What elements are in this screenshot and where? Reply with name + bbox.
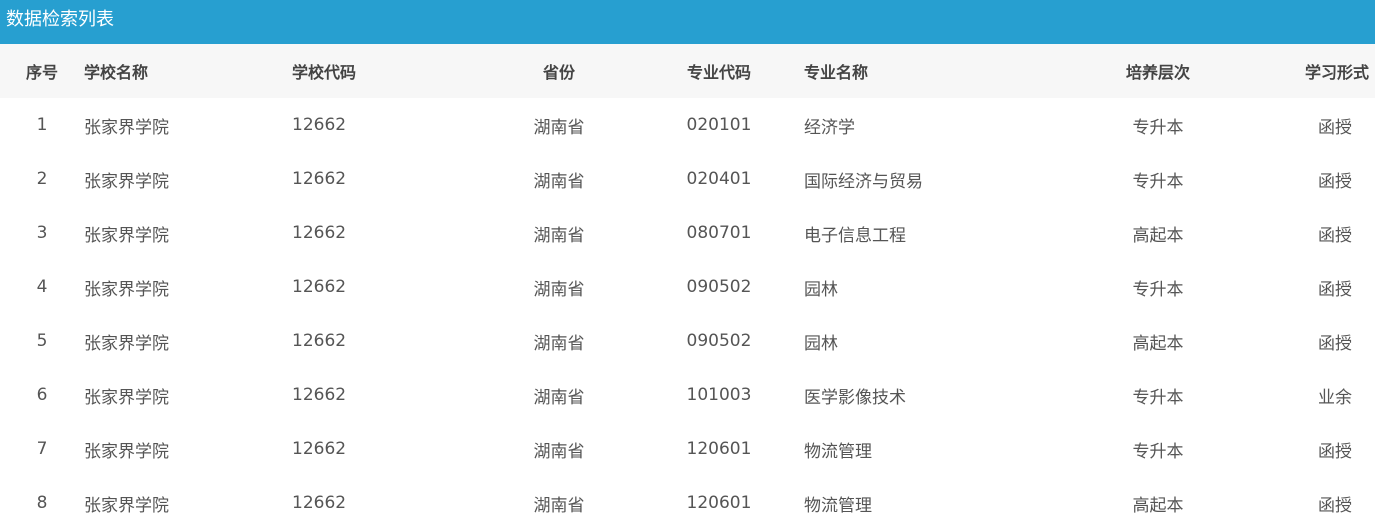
cell-study-form: 函授 <box>1318 171 1352 192</box>
cell-level: 专升本 <box>1132 171 1184 192</box>
table-row: 6 张家界学院 12662 湖南省 101003 医学影像技术 专升本 业余 <box>0 368 1375 422</box>
cell-province: 湖南省 <box>533 387 585 408</box>
header-row: 序号 学校名称 学校代码 省份 专业代码 专业名称 培养层次 学习形式 <box>0 44 1375 98</box>
header-index: 序号 <box>25 63 58 82</box>
table-row: 3 张家界学院 12662 湖南省 080701 电子信息工程 高起本 函授 <box>0 206 1375 260</box>
header-level: 培养层次 <box>1125 63 1190 82</box>
cell-province: 湖南省 <box>533 279 585 300</box>
cell-level: 专升本 <box>1132 387 1184 408</box>
cell-study-form: 函授 <box>1318 441 1352 462</box>
cell-school-code: 12662 <box>292 169 347 189</box>
cell-level: 高起本 <box>1132 333 1184 354</box>
cell-major-name: 园林 <box>804 333 838 354</box>
cell-school-name: 张家界学院 <box>84 495 169 516</box>
cell-province: 湖南省 <box>533 171 585 192</box>
cell-school-code: 12662 <box>292 115 347 135</box>
cell-school-name: 张家界学院 <box>84 333 169 354</box>
cell-school-name: 张家界学院 <box>84 387 169 408</box>
cell-major-name: 园林 <box>804 279 838 300</box>
cell-school-code: 12662 <box>292 439 347 459</box>
table-row: 7 张家界学院 12662 湖南省 120601 物流管理 专升本 函授 <box>0 422 1375 476</box>
table-body: 1 张家界学院 12662 湖南省 020101 经济学 专升本 函授 2 张家界学院 12662 湖… <box>0 98 1375 530</box>
cell-index: 7 <box>36 439 48 459</box>
cell-major-name: 物流管理 <box>804 441 872 462</box>
cell-study-form: 函授 <box>1318 225 1352 246</box>
cell-province: 湖南省 <box>533 441 585 462</box>
cell-school-name: 张家界学院 <box>84 117 169 138</box>
cell-index: 4 <box>36 277 48 297</box>
cell-school-code: 12662 <box>292 277 347 297</box>
cell-level: 高起本 <box>1132 495 1184 516</box>
cell-index: 3 <box>36 223 48 243</box>
cell-major-code: 080701 <box>686 223 752 243</box>
cell-major-code: 020401 <box>686 169 752 189</box>
results-table: 序号 学校名称 学校代码 省份 专业代码 专业名称 培养层次 学习形式 1 张家界… <box>0 44 1375 530</box>
cell-level: 专升本 <box>1132 279 1184 300</box>
cell-index: 1 <box>36 115 48 135</box>
cell-major-code: 120601 <box>686 439 752 459</box>
header-major-code: 专业代码 <box>686 63 751 82</box>
cell-major-name: 电子信息工程 <box>804 225 906 246</box>
cell-school-name: 张家界学院 <box>84 279 169 300</box>
cell-major-name: 物流管理 <box>804 495 872 516</box>
cell-study-form: 函授 <box>1318 279 1352 300</box>
cell-study-form: 函授 <box>1318 333 1352 354</box>
cell-school-code: 12662 <box>292 223 347 243</box>
cell-index: 5 <box>36 331 48 351</box>
cell-province: 湖南省 <box>533 495 585 516</box>
cell-province: 湖南省 <box>533 117 585 138</box>
cell-school-name: 张家界学院 <box>84 441 169 462</box>
cell-major-code: 120601 <box>686 493 752 513</box>
cell-level: 专升本 <box>1132 441 1184 462</box>
cell-index: 8 <box>36 493 48 513</box>
cell-major-name: 经济学 <box>804 117 855 138</box>
data-search-panel: 数据检索列表 序号 学校名称 学校代码 省份 专业代码 专业名称 培养层次 学习… <box>0 0 1375 531</box>
cell-study-form: 业余 <box>1318 387 1352 408</box>
cell-index: 2 <box>36 169 48 189</box>
header-school-name: 学校名称 <box>84 63 149 82</box>
table-row: 4 张家界学院 12662 湖南省 090502 园林 专升本 函授 <box>0 260 1375 314</box>
cell-major-name: 国际经济与贸易 <box>804 171 923 192</box>
cell-school-code: 12662 <box>292 493 347 513</box>
cell-level: 专升本 <box>1132 117 1184 138</box>
header-study-form: 学习形式 <box>1304 63 1369 82</box>
cell-study-form: 函授 <box>1318 117 1352 138</box>
cell-major-code: 090502 <box>686 331 752 351</box>
table-row: 2 张家界学院 12662 湖南省 020401 国际经济与贸易 专升本 函授 <box>0 152 1375 206</box>
panel-title: 数据检索列表 <box>0 0 1375 44</box>
cell-school-name: 张家界学院 <box>84 171 169 192</box>
table-row: 5 张家界学院 12662 湖南省 090502 园林 高起本 函授 <box>0 314 1375 368</box>
cell-school-name: 张家界学院 <box>84 225 169 246</box>
table-row: 8 张家界学院 12662 湖南省 120601 物流管理 高起本 函授 <box>0 476 1375 530</box>
table-header: 序号 学校名称 学校代码 省份 专业代码 专业名称 培养层次 学习形式 <box>0 44 1375 98</box>
table-row: 1 张家界学院 12662 湖南省 020101 经济学 专升本 函授 <box>0 98 1375 152</box>
cell-major-code: 090502 <box>686 277 752 297</box>
cell-major-code: 020101 <box>686 115 752 135</box>
cell-major-code: 101003 <box>686 385 752 405</box>
cell-index: 6 <box>36 385 48 405</box>
cell-level: 高起本 <box>1132 225 1184 246</box>
cell-province: 湖南省 <box>533 333 585 354</box>
header-major-name: 专业名称 <box>804 63 869 82</box>
header-province: 省份 <box>542 63 575 82</box>
cell-school-code: 12662 <box>292 331 347 351</box>
cell-school-code: 12662 <box>292 385 347 405</box>
cell-study-form: 函授 <box>1318 495 1352 516</box>
header-school-code: 学校代码 <box>292 63 357 82</box>
cell-province: 湖南省 <box>533 225 585 246</box>
cell-major-name: 医学影像技术 <box>804 387 906 408</box>
